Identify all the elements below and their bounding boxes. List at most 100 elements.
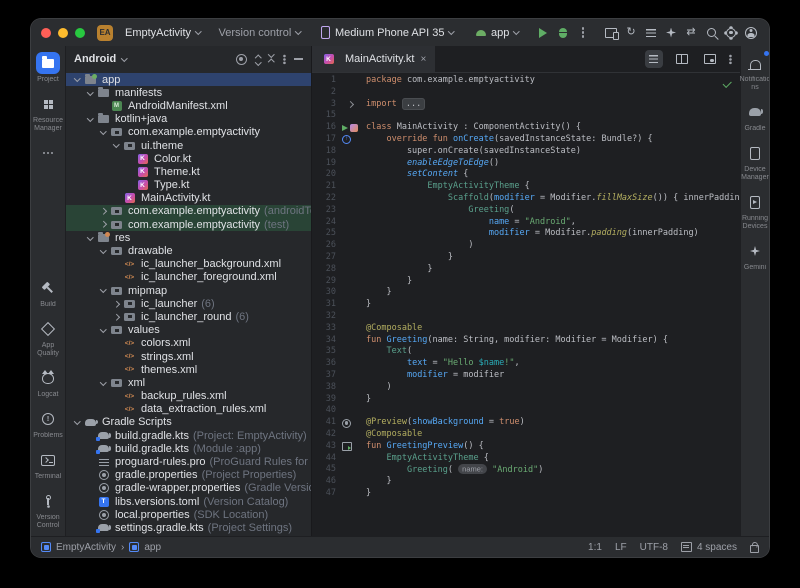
- code-line[interactable]: 1package com.example.emptyactivity: [312, 75, 740, 87]
- close-icon[interactable]: [420, 54, 426, 65]
- line-ending[interactable]: LF: [615, 542, 627, 553]
- run-button[interactable]: [533, 23, 553, 43]
- hide-panel-icon[interactable]: [294, 58, 303, 60]
- tree-row[interactable]: build.gradle.kts(Project: EmptyActivity): [66, 429, 311, 442]
- preview-icon[interactable]: [342, 442, 352, 451]
- code-line[interactable]: 42@Composable: [312, 429, 740, 441]
- sidebar-item-app-quality-insights[interactable]: App Quality Insights: [31, 318, 65, 358]
- sync-button[interactable]: ↻: [621, 23, 641, 43]
- code-line[interactable]: 22 Scaffold(modifier = Modifier.fillMaxS…: [312, 193, 740, 205]
- lock-icon[interactable]: [750, 545, 759, 553]
- caret-position[interactable]: 1:1: [588, 542, 602, 553]
- tab-mainactivity[interactable]: MainActivity.kt: [312, 46, 435, 72]
- code-line[interactable]: 24 name = "Android",: [312, 217, 740, 229]
- tree-row[interactable]: colors.xml: [66, 337, 311, 350]
- code-line[interactable]: 47}: [312, 488, 740, 500]
- code-line[interactable]: 28 }: [312, 264, 740, 276]
- code-line[interactable]: 25 modifier = Modifier.padding(innerPadd…: [312, 228, 740, 240]
- run-configuration-selector[interactable]: app: [470, 24, 525, 42]
- code-line[interactable]: 2: [312, 87, 740, 99]
- code-line[interactable]: 16class MainActivity : ComponentActivity…: [312, 122, 740, 134]
- code-line[interactable]: 46 }: [312, 476, 740, 488]
- file-encoding[interactable]: UTF-8: [640, 542, 668, 553]
- debug-button[interactable]: [553, 23, 573, 43]
- vcs-update-button[interactable]: ⇄: [681, 23, 701, 43]
- indent-setting[interactable]: 4 spaces: [681, 542, 737, 553]
- project-view-selector[interactable]: Android: [74, 53, 116, 65]
- build-list-button[interactable]: [641, 23, 661, 43]
- sidebar-item-terminal[interactable]: Terminal: [31, 449, 65, 481]
- fold-icon[interactable]: [347, 101, 354, 108]
- tree-row[interactable]: ic_launcher_background.xml: [66, 258, 311, 271]
- code-line[interactable]: 15: [312, 110, 740, 122]
- editor-more-options-icon[interactable]: [729, 58, 731, 60]
- tree-row[interactable]: app: [66, 73, 311, 86]
- tree-row[interactable]: settings.gradle.kts(Project Settings): [66, 521, 311, 534]
- code-view-button[interactable]: [645, 50, 663, 68]
- tree-row[interactable]: ic_launcher(6): [66, 297, 311, 310]
- tree-row[interactable]: ic_launcher_foreground.xml: [66, 271, 311, 284]
- more-options-icon[interactable]: [283, 58, 285, 60]
- tree-row[interactable]: strings.xml: [66, 350, 311, 363]
- code-area[interactable]: 1package com.example.emptyactivity23impo…: [312, 73, 740, 536]
- device-mirror-button[interactable]: [601, 23, 621, 43]
- tree-row[interactable]: com.example.emptyactivity(androidTest): [66, 205, 311, 218]
- sidebar-item-gradle[interactable]: Gradle: [738, 101, 769, 133]
- code-line[interactable]: 31}: [312, 299, 740, 311]
- tree-row[interactable]: libs.versions.toml(Version Catalog): [66, 495, 311, 508]
- tree-row[interactable]: gradle-wrapper.properties(Gradle Version…: [66, 482, 311, 495]
- tree-row[interactable]: Color.kt: [66, 152, 311, 165]
- tree-row[interactable]: backup_rules.xml: [66, 390, 311, 403]
- settings-button[interactable]: [721, 23, 741, 43]
- ai-assistant-button[interactable]: [661, 23, 681, 43]
- code-line[interactable]: 35 Text(: [312, 346, 740, 358]
- project-selector[interactable]: EmptyActivity: [119, 24, 207, 42]
- sidebar-item-version-control[interactable]: Version Control: [31, 490, 65, 530]
- run-icon[interactable]: [342, 125, 348, 131]
- split-view-button[interactable]: [673, 50, 691, 68]
- tree-row[interactable]: mipmap: [66, 284, 311, 297]
- code-line[interactable]: 33@Composable: [312, 323, 740, 335]
- device-selector[interactable]: Medium Phone API 35: [315, 23, 460, 42]
- search-everywhere-button[interactable]: [701, 23, 721, 43]
- sidebar-item-notifications[interactable]: Notifications: [738, 52, 769, 92]
- tree-row[interactable]: kotlin+java: [66, 113, 311, 126]
- code-line[interactable]: 44 EmptyActivityTheme {: [312, 453, 740, 465]
- maximize-window-button[interactable]: [75, 28, 85, 38]
- tree-row[interactable]: res: [66, 231, 311, 244]
- sidebar-item-gemini[interactable]: Gemini: [738, 240, 769, 272]
- collapse-all-icon[interactable]: [269, 54, 274, 64]
- sidebar-item-more[interactable]: [31, 142, 65, 164]
- code-line[interactable]: 39}: [312, 394, 740, 406]
- code-line[interactable]: 43fun GreetingPreview() {: [312, 441, 740, 453]
- tree-row[interactable]: Gradle Scripts: [66, 416, 311, 429]
- tree-row[interactable]: gradle.properties(Project Properties): [66, 469, 311, 482]
- tree-row[interactable]: themes.xml: [66, 363, 311, 376]
- breadcrumb-project[interactable]: EmptyActivity: [41, 542, 116, 553]
- close-window-button[interactable]: [41, 28, 51, 38]
- code-line[interactable]: 41@Preview(showBackground = true): [312, 417, 740, 429]
- expand-all-icon[interactable]: [256, 54, 261, 64]
- tree-row[interactable]: data_extraction_rules.xml: [66, 403, 311, 416]
- sidebar-item-device-manager[interactable]: Device Manager: [738, 142, 769, 182]
- sidebar-item-build[interactable]: Build: [31, 277, 65, 309]
- code-line[interactable]: 23 Greeting(: [312, 205, 740, 217]
- tree-row[interactable]: local.properties(SDK Location): [66, 508, 311, 521]
- code-line[interactable]: 18 super.onCreate(savedInstanceState): [312, 146, 740, 158]
- sidebar-item-running-devices[interactable]: Running Devices: [738, 191, 769, 231]
- code-line[interactable]: 3import ...: [312, 99, 740, 111]
- vcs-widget[interactable]: Version control: [213, 24, 307, 42]
- tree-row[interactable]: AndroidManifest.xml: [66, 99, 311, 112]
- code-line[interactable]: 27 }: [312, 252, 740, 264]
- tree-row[interactable]: MainActivity.kt: [66, 192, 311, 205]
- code-line[interactable]: 20 setContent {: [312, 169, 740, 181]
- code-line[interactable]: 26 ): [312, 240, 740, 252]
- design-view-button[interactable]: [701, 50, 719, 68]
- tree-row[interactable]: xml: [66, 376, 311, 389]
- tree-row[interactable]: values: [66, 324, 311, 337]
- breadcrumb-module[interactable]: app: [129, 542, 161, 553]
- tree-row[interactable]: proguard-rules.pro(ProGuard Rules for ":…: [66, 455, 311, 468]
- code-line[interactable]: 30 }: [312, 287, 740, 299]
- select-opened-file-icon[interactable]: [236, 54, 247, 65]
- tree-row[interactable]: build.gradle.kts(Module :app): [66, 442, 311, 455]
